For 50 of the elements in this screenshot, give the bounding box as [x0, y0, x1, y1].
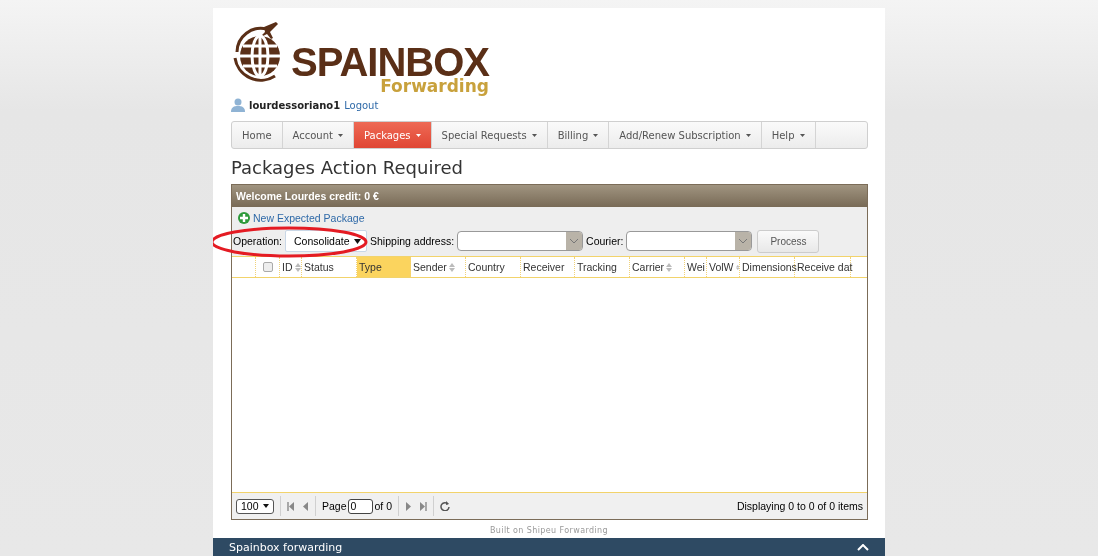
page-number-field[interactable]: 0	[347, 498, 373, 514]
shipping-address-label: Shipping address:	[370, 235, 455, 247]
select-all-checkbox[interactable]	[262, 262, 273, 272]
column-header[interactable]: Receiver	[521, 257, 575, 277]
column-header[interactable]: Dimensions	[740, 257, 795, 277]
new-package-link[interactable]: New Expected Package	[253, 212, 365, 224]
last-page-icon	[419, 501, 428, 511]
page-size-select[interactable]: 100	[236, 498, 274, 514]
column-header[interactable]: ID	[280, 257, 302, 277]
column-header[interactable]: Type	[357, 257, 411, 277]
user-icon	[231, 98, 245, 112]
process-button[interactable]: Process	[757, 229, 820, 253]
logout-link[interactable]: Logout	[344, 99, 379, 111]
nav-tab[interactable]: Add/Renew Subscription	[609, 122, 762, 148]
dropdown-arrow-icon	[263, 504, 269, 508]
chevron-up-icon	[857, 543, 869, 551]
chevron-down-icon	[739, 238, 748, 244]
footer-title: Spainbox forwarding	[229, 540, 343, 554]
credit-text: Built on Shipeu Forwarding	[488, 526, 610, 535]
logo-tagline: Forwarding	[380, 76, 489, 96]
column-header[interactable]: VolW	[707, 257, 740, 277]
page-title: Packages Action Required	[231, 157, 464, 178]
nav-tab[interactable]: Help	[761, 122, 816, 148]
column-header[interactable]: Sender	[411, 257, 466, 277]
nav-tab[interactable]: Home	[232, 122, 283, 148]
courier-field[interactable]	[626, 231, 753, 251]
first-page-icon	[287, 501, 295, 511]
nav-tab[interactable]: Special Requests	[431, 122, 548, 148]
dropdown-arrow-icon	[354, 238, 362, 244]
courier-label: Courier:	[586, 235, 624, 247]
refresh-icon	[440, 501, 451, 511]
items-count: Displaying 0 to 0 of 0 items	[736, 500, 863, 512]
nav-tab[interactable]: Billing	[547, 122, 610, 148]
column-header[interactable]: Country	[466, 257, 521, 277]
operation-label: Operation:	[233, 235, 283, 247]
nav-tab[interactable]: Packages	[353, 122, 432, 148]
column-header[interactable]: Carrier	[630, 257, 685, 277]
panel-title: Welcome Lourdes credit: 0 €	[236, 190, 379, 202]
shipping-address-field[interactable]	[457, 231, 584, 251]
column-header[interactable]: Tracking	[575, 257, 630, 277]
previous-page-icon	[301, 501, 309, 511]
nav-tab[interactable]: Account	[282, 122, 354, 148]
page-count: of 0	[374, 500, 393, 512]
column-header[interactable]: Receive dat	[795, 257, 851, 277]
column-header[interactable]: Wei	[685, 257, 707, 277]
plus-icon	[238, 212, 250, 224]
page-label: Page	[322, 500, 347, 512]
chevron-down-icon	[570, 238, 579, 244]
next-page-icon	[405, 501, 414, 511]
username: lourdessoriano1	[249, 99, 341, 111]
